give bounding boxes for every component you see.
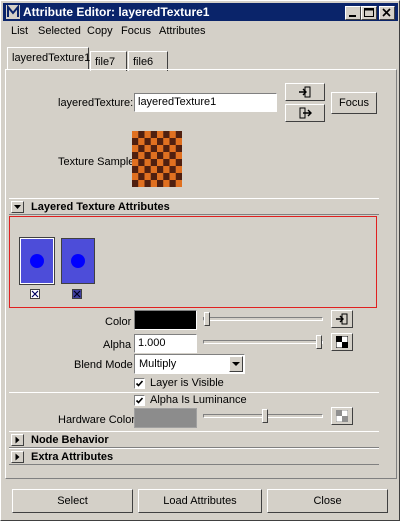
- input-arrow-icon: [299, 86, 311, 98]
- close-window-button[interactable]: [379, 6, 395, 20]
- maximize-icon: [364, 8, 374, 17]
- output-arrow-icon: [299, 107, 312, 119]
- layer-editor[interactable]: [9, 216, 377, 308]
- blend-mode-label: Blend Mode: [74, 359, 133, 371]
- color-map-button[interactable]: [331, 310, 353, 328]
- select-button[interactable]: Select: [12, 489, 133, 513]
- chevron-down-icon: [232, 362, 240, 366]
- section-title-layered: Layered Texture Attributes: [31, 201, 170, 213]
- triangle-right-icon: [15, 436, 20, 444]
- layer-visible-checkbox[interactable]: [134, 378, 145, 389]
- hardware-color-label: Hardware Color: [58, 414, 136, 426]
- menu-selected[interactable]: Selected: [38, 25, 81, 37]
- tab-layeredtexture1[interactable]: layeredTexture1: [7, 47, 90, 69]
- color-slider-track[interactable]: [203, 317, 323, 321]
- blend-mode-value: Multiply: [139, 358, 177, 370]
- checker-pattern-icon: [132, 131, 183, 188]
- layer-swatch-1[interactable]: [19, 237, 55, 285]
- focus-button[interactable]: Focus: [331, 92, 377, 114]
- color-swatch[interactable]: [134, 310, 197, 330]
- alpha-label: Alpha: [103, 339, 132, 351]
- tab-file7[interactable]: file7: [90, 51, 127, 71]
- texture-sample-label: Texture Sample: [58, 156, 135, 168]
- maya-app-icon: [6, 4, 20, 19]
- menu-bar: List Selected Copy Focus Attributes: [3, 23, 398, 41]
- maximize-button[interactable]: [361, 6, 377, 20]
- layer-2-remove-icon[interactable]: [72, 289, 82, 299]
- hw-slider-thumb[interactable]: [262, 409, 268, 423]
- alpha-slider-track[interactable]: [203, 340, 323, 344]
- layer-visible-label: Layer is Visible: [150, 377, 224, 389]
- section-header-extra[interactable]: Extra Attributes: [9, 448, 379, 465]
- expand-toggle[interactable]: [11, 451, 24, 463]
- load-attributes-button[interactable]: Load Attributes: [138, 489, 262, 513]
- layer-swatch-dot: [71, 254, 85, 268]
- alpha-map-button[interactable]: [331, 333, 353, 351]
- alpha-luminance-label: Alpha Is Luminance: [150, 394, 247, 406]
- window-title: Attribute Editor: layeredTexture1: [23, 5, 210, 19]
- texture-sample-swatch[interactable]: [132, 131, 183, 188]
- color-slider-thumb[interactable]: [204, 312, 210, 326]
- hw-map-button[interactable]: [331, 407, 353, 425]
- menu-attributes[interactable]: Attributes: [159, 25, 205, 37]
- alpha-field[interactable]: 1.000: [134, 334, 197, 353]
- title-bar[interactable]: Attribute Editor: layeredTexture1: [3, 3, 398, 21]
- output-connection-button[interactable]: [285, 104, 325, 122]
- map-input-icon: [336, 313, 348, 325]
- triangle-right-icon: [15, 453, 20, 461]
- menu-focus[interactable]: Focus: [121, 25, 151, 37]
- minimize-icon: [349, 15, 356, 17]
- node-name-field[interactable]: layeredTexture1: [134, 93, 277, 112]
- dropdown-button[interactable]: [229, 356, 243, 372]
- attribute-editor-window: Attribute Editor: layeredTexture1 List S…: [0, 0, 400, 521]
- layer-1-remove-icon[interactable]: [30, 289, 40, 299]
- input-connection-button[interactable]: [285, 83, 325, 101]
- collapse-toggle[interactable]: [11, 201, 24, 213]
- checkmark-icon: [135, 397, 144, 404]
- layer-swatch-dot: [30, 254, 44, 268]
- section-header-node-behavior[interactable]: Node Behavior: [9, 431, 379, 448]
- checker-map-icon: [336, 410, 348, 422]
- close-icon: [382, 8, 391, 17]
- hardware-color-swatch[interactable]: [134, 408, 197, 428]
- close-button[interactable]: Close: [267, 489, 388, 513]
- layer-swatch-2[interactable]: [61, 238, 95, 284]
- section-title-node-behavior: Node Behavior: [31, 434, 109, 446]
- checker-map-icon: [336, 336, 348, 348]
- tab-file6[interactable]: file6: [128, 51, 168, 71]
- menu-list[interactable]: List: [11, 25, 28, 37]
- menu-copy[interactable]: Copy: [87, 25, 113, 37]
- expand-toggle[interactable]: [11, 434, 24, 446]
- divider: [9, 392, 379, 393]
- minimize-button[interactable]: [345, 6, 361, 20]
- node-type-label: layeredTexture:: [58, 97, 134, 109]
- triangle-down-icon: [14, 205, 21, 209]
- color-label: Color: [105, 316, 132, 328]
- section-header-layered[interactable]: Layered Texture Attributes: [9, 198, 379, 215]
- alpha-luminance-checkbox[interactable]: [134, 395, 145, 406]
- checkmark-icon: [135, 380, 144, 387]
- blend-mode-select[interactable]: Multiply: [134, 354, 245, 374]
- section-title-extra: Extra Attributes: [31, 451, 114, 463]
- alpha-slider-thumb[interactable]: [316, 335, 322, 349]
